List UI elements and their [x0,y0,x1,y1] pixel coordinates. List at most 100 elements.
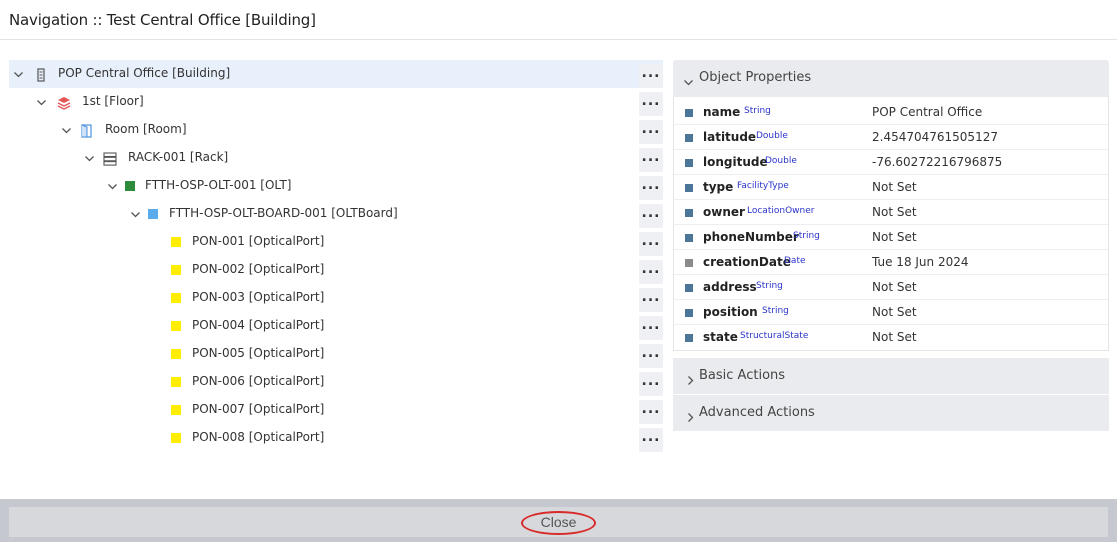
room-icon [80,123,94,138]
tree-node-label: PON-007 [OpticalPort] [192,402,325,416]
dialog-title: Navigation :: Test Central Office [Build… [9,11,316,29]
property-bullet-icon [685,209,693,217]
optical-port-icon [169,431,183,445]
property-value[interactable]: Not Set [872,305,917,319]
tree-node-label: Room [Room] [105,122,187,136]
tree-node-floor[interactable]: 1st [Floor] ... [9,88,663,116]
property-row-owner[interactable]: owner LocationOwner Not Set [674,200,1108,225]
property-bullet-icon [685,259,693,267]
node-options-button[interactable]: ... [639,260,663,284]
tree-node-label: PON-002 [OpticalPort] [192,262,325,276]
property-value[interactable]: Not Set [872,330,917,344]
property-row-latitude[interactable]: latitude Double 2.454704761505127 [674,125,1108,150]
chevron-down-icon[interactable] [107,181,118,192]
object-properties-table: name String POP Central Office latitude … [673,97,1109,351]
tree-node-olt-board[interactable]: FTTH-OSP-OLT-BOARD-001 [OLTBoard] ... [9,200,663,228]
optical-port-icon [169,291,183,305]
optical-port-icon [169,347,183,361]
property-name: position [703,305,758,319]
tree-node-label: PON-008 [OpticalPort] [192,430,325,444]
tree-node-olt[interactable]: FTTH-OSP-OLT-001 [OLT] ... [9,172,663,200]
property-bullet-icon [685,334,693,342]
node-options-button[interactable]: ... [639,344,663,368]
property-value[interactable]: Not Set [872,230,917,244]
tree-node-optical-port[interactable]: PON-002 [OpticalPort] ... [9,256,663,284]
chevron-down-icon[interactable] [13,69,24,80]
property-value[interactable]: Not Set [872,205,917,219]
tree-node-optical-port[interactable]: PON-001 [OpticalPort] ... [9,228,663,256]
property-value[interactable]: Not Set [872,180,917,194]
property-row-phone-number[interactable]: phoneNumber String Not Set [674,225,1108,250]
tree-node-optical-port[interactable]: PON-007 [OpticalPort] ... [9,396,663,424]
tree-node-label: FTTH-OSP-OLT-BOARD-001 [OLTBoard] [169,206,398,220]
property-row-state[interactable]: state StructuralState Not Set [674,325,1108,350]
basic-actions-header[interactable]: Basic Actions [673,357,1109,394]
advanced-actions-header[interactable]: Advanced Actions [673,394,1109,431]
property-type: String [744,106,771,116]
node-options-button[interactable]: ... [639,204,663,228]
object-properties-header[interactable]: Object Properties [673,60,1109,97]
property-row-longitude[interactable]: longitude Double -76.60272216796875 [674,150,1108,175]
property-name: address [703,280,757,294]
property-row-creation-date[interactable]: creationDate Date Tue 18 Jun 2024 [674,250,1108,275]
building-icon [34,67,48,82]
tree-node-room[interactable]: Room [Room] ... [9,116,663,144]
optical-port-icon [169,235,183,249]
node-options-button[interactable]: ... [639,120,663,144]
property-value[interactable]: POP Central Office [872,105,982,119]
navigation-tree: POP Central Office [Building] ... 1st [F… [9,60,663,452]
property-bullet-icon [685,184,693,192]
property-type: FacilityType [737,181,789,191]
optical-port-icon [169,263,183,277]
property-value[interactable]: Not Set [872,280,917,294]
tree-node-label: PON-004 [OpticalPort] [192,318,325,332]
chevron-down-icon[interactable] [130,209,141,220]
property-bullet-icon [685,109,693,117]
property-bullet-icon [685,134,693,142]
property-value[interactable]: -76.60272216796875 [872,155,1002,169]
tree-node-rack[interactable]: RACK-001 [Rack] ... [9,144,663,172]
node-options-button[interactable]: ... [639,232,663,256]
property-type: Double [765,156,797,166]
property-row-position[interactable]: position String Not Set [674,300,1108,325]
node-options-button[interactable]: ... [639,148,663,172]
chevron-down-icon[interactable] [61,125,72,136]
tree-node-optical-port[interactable]: PON-006 [OpticalPort] ... [9,368,663,396]
chevron-down-icon[interactable] [36,97,47,108]
property-row-type[interactable]: type FacilityType Not Set [674,175,1108,200]
property-row-name[interactable]: name String POP Central Office [674,100,1108,125]
node-options-button[interactable]: ... [639,316,663,340]
node-options-button[interactable]: ... [639,176,663,200]
property-type: String [756,281,783,291]
node-options-button[interactable]: ... [639,400,663,424]
tree-node-optical-port[interactable]: PON-004 [OpticalPort] ... [9,312,663,340]
node-options-button[interactable]: ... [639,372,663,396]
property-row-address[interactable]: address String Not Set [674,275,1108,300]
tree-node-label: POP Central Office [Building] [58,66,231,80]
chevron-down-icon [683,73,694,92]
tree-node-building[interactable]: POP Central Office [Building] ... [9,60,663,88]
optical-port-icon [169,319,183,333]
tree-node-label: PON-001 [OpticalPort] [192,234,325,248]
tree-node-optical-port[interactable]: PON-003 [OpticalPort] ... [9,284,663,312]
chevron-down-icon[interactable] [84,153,95,164]
property-bullet-icon [685,309,693,317]
tree-node-optical-port[interactable]: PON-008 [OpticalPort] ... [9,424,663,452]
tree-node-optical-port[interactable]: PON-005 [OpticalPort] ... [9,340,663,368]
tree-node-label: 1st [Floor] [82,94,144,108]
object-properties-title: Object Properties [699,70,812,85]
node-options-button[interactable]: ... [639,92,663,116]
close-button[interactable]: Close [9,507,1108,537]
tree-node-label: PON-005 [OpticalPort] [192,346,325,360]
chevron-right-icon [685,408,696,427]
chevron-right-icon [685,371,696,390]
node-options-button[interactable]: ... [639,288,663,312]
property-type: LocationOwner [747,206,815,216]
property-value[interactable]: 2.454704761505127 [872,130,998,144]
optical-port-icon [169,375,183,389]
property-name: name [703,105,741,119]
node-options-button[interactable]: ... [639,428,663,452]
details-panel: Object Properties name String POP Centra… [673,60,1109,431]
node-options-button[interactable]: ... [639,64,663,88]
advanced-actions-title: Advanced Actions [699,405,815,420]
